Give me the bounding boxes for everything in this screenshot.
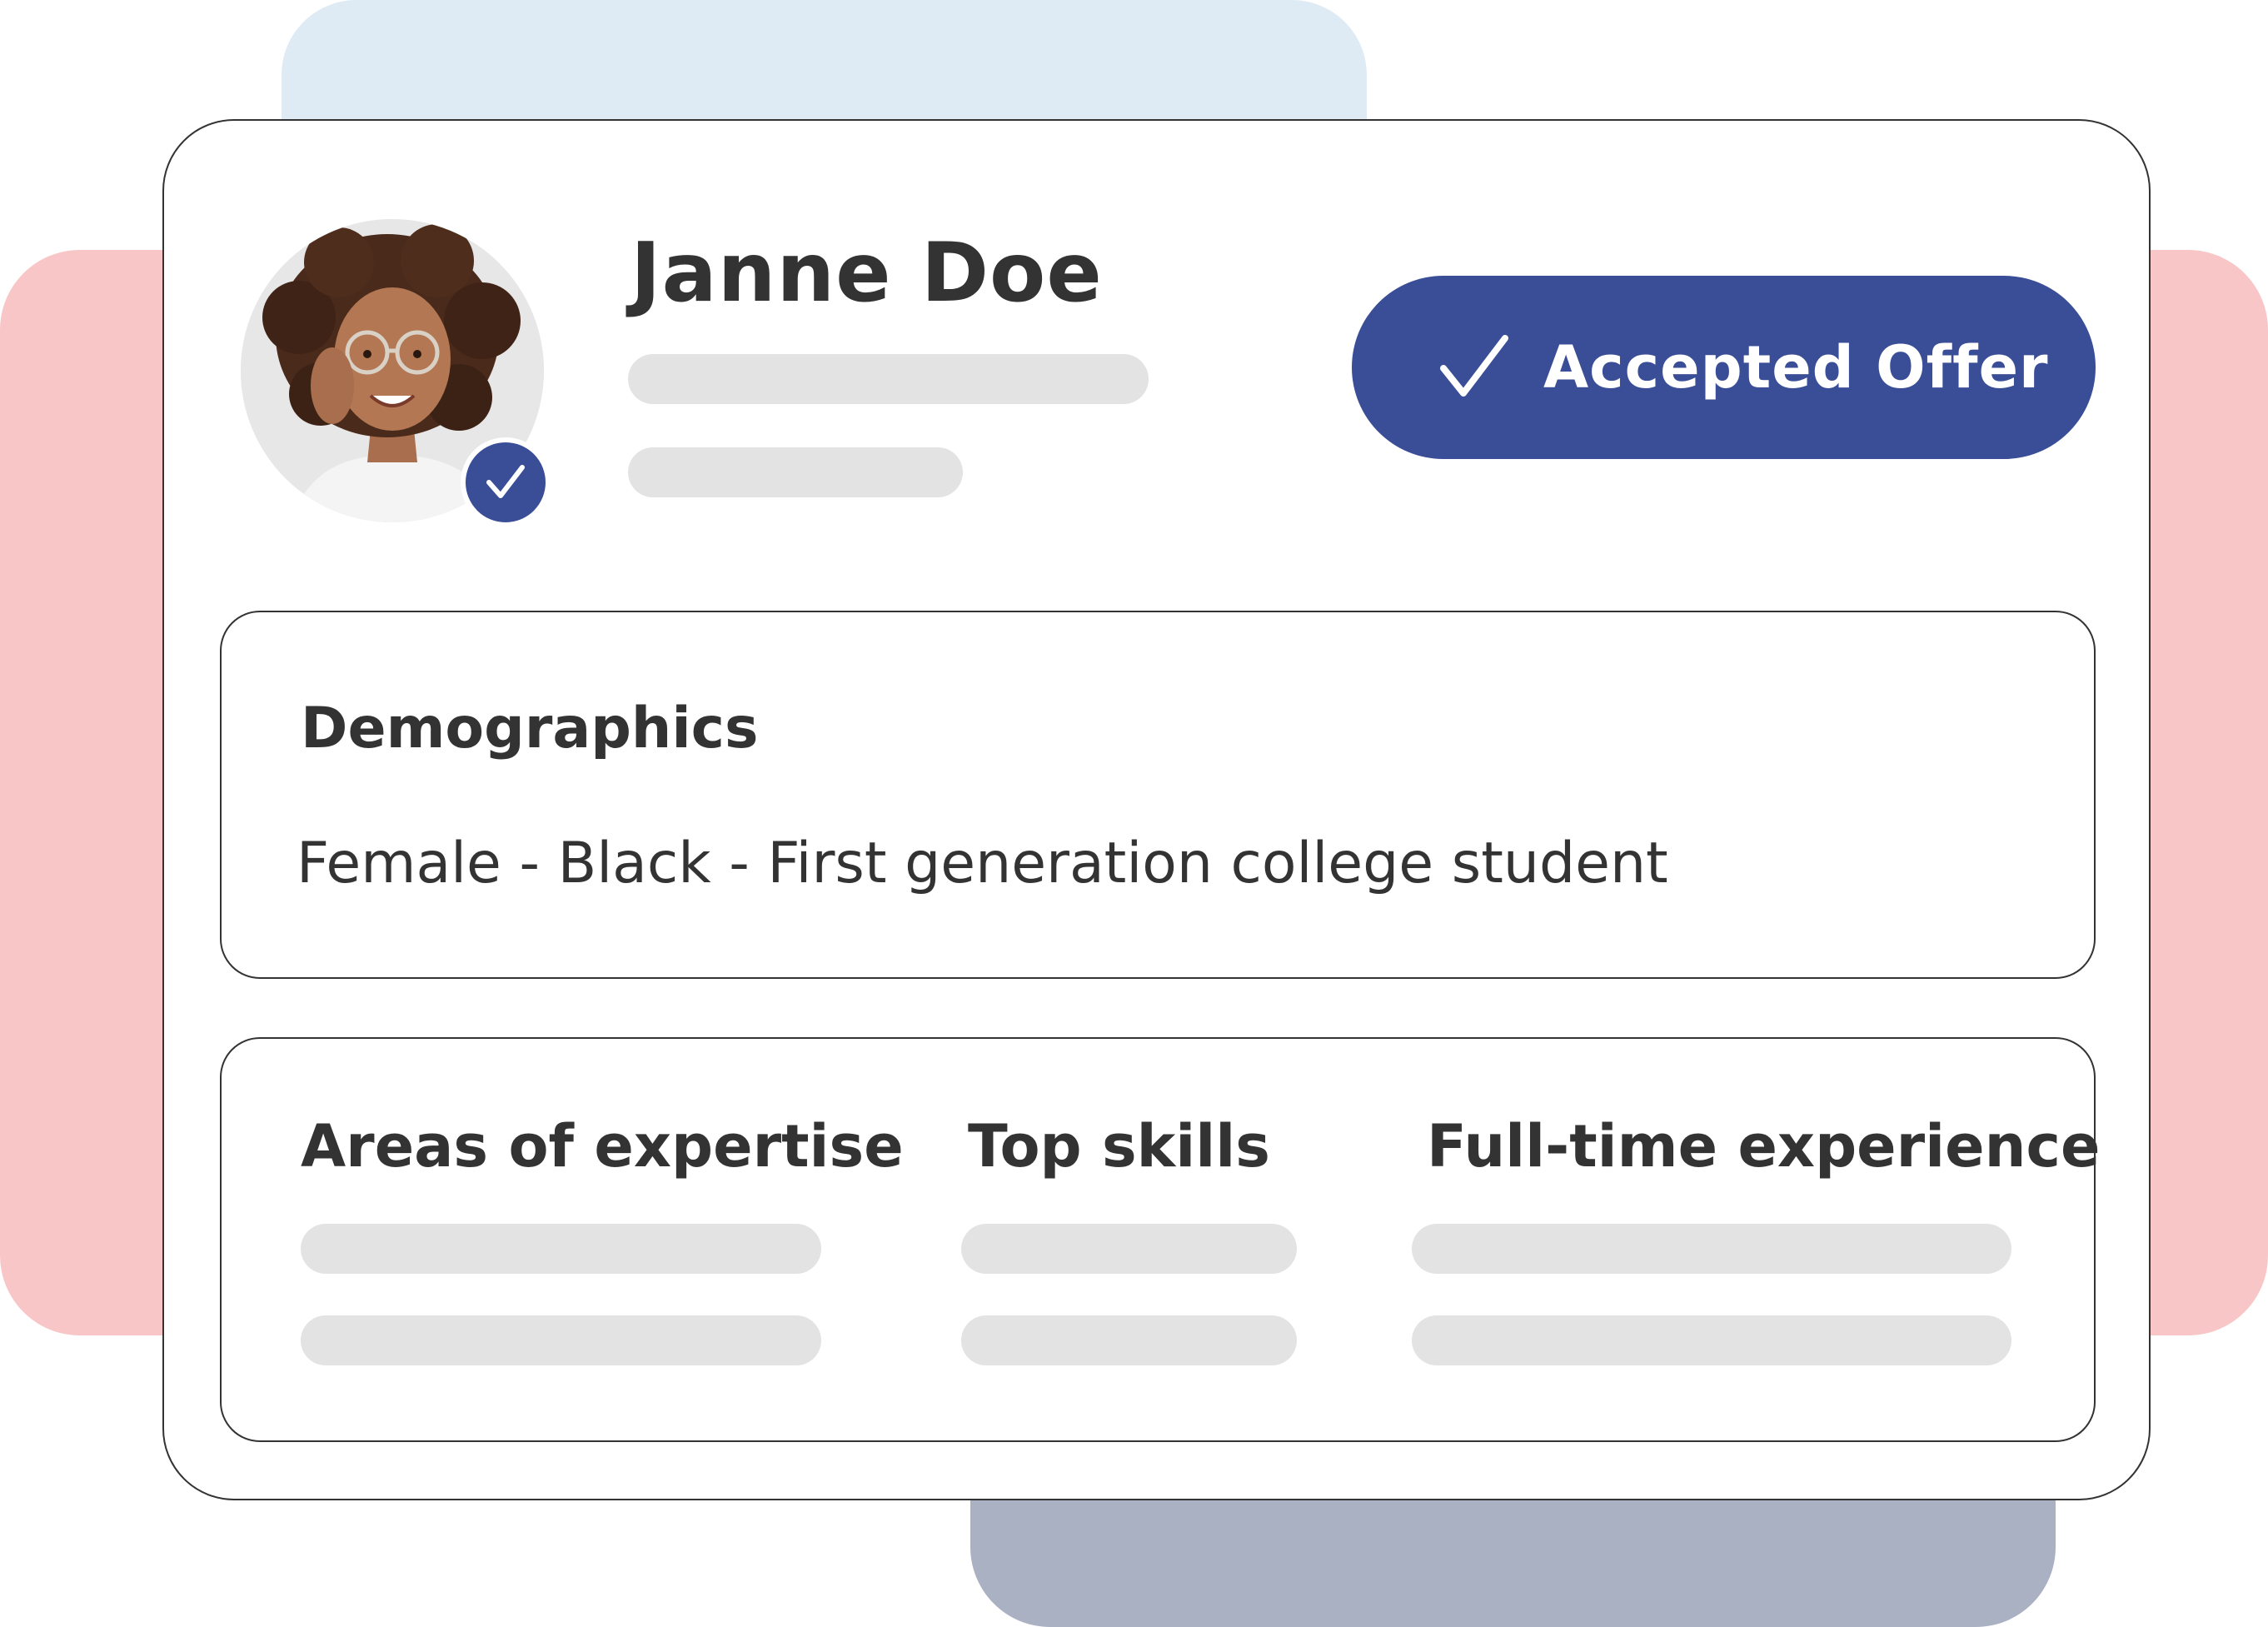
placeholder-line	[628, 354, 1149, 404]
placeholder-line	[1412, 1315, 2011, 1365]
accepted-offer-status-button[interactable]: Accepted Offer	[1352, 276, 2096, 459]
candidate-profile-card: Janne Doe Accepted Offer Demographics Fe…	[162, 119, 2151, 1500]
demographics-value: Female - Black - First generation colleg…	[297, 831, 1668, 896]
check-icon	[1440, 335, 1508, 397]
placeholder-line	[628, 447, 963, 497]
full-time-experience-heading: Full-time experience	[1427, 1112, 2101, 1180]
demographics-panel: Demographics Female - Black - First gene…	[220, 611, 2096, 979]
placeholder-line	[961, 1224, 1297, 1274]
top-skills-heading: Top skills	[968, 1112, 1270, 1180]
areas-of-expertise-heading: Areas of expertise	[301, 1112, 904, 1180]
candidate-name: Janne Doe	[631, 226, 1103, 321]
skills-panel: Areas of expertise Top skills Full-time …	[220, 1037, 2100, 1442]
placeholder-line	[301, 1224, 821, 1274]
placeholder-line	[301, 1315, 821, 1365]
check-icon	[486, 465, 525, 498]
status-label: Accepted Offer	[1543, 333, 2049, 402]
demographics-title: Demographics	[301, 696, 759, 761]
verified-badge	[461, 437, 551, 527]
placeholder-line	[1412, 1224, 2011, 1274]
placeholder-line	[961, 1315, 1297, 1365]
